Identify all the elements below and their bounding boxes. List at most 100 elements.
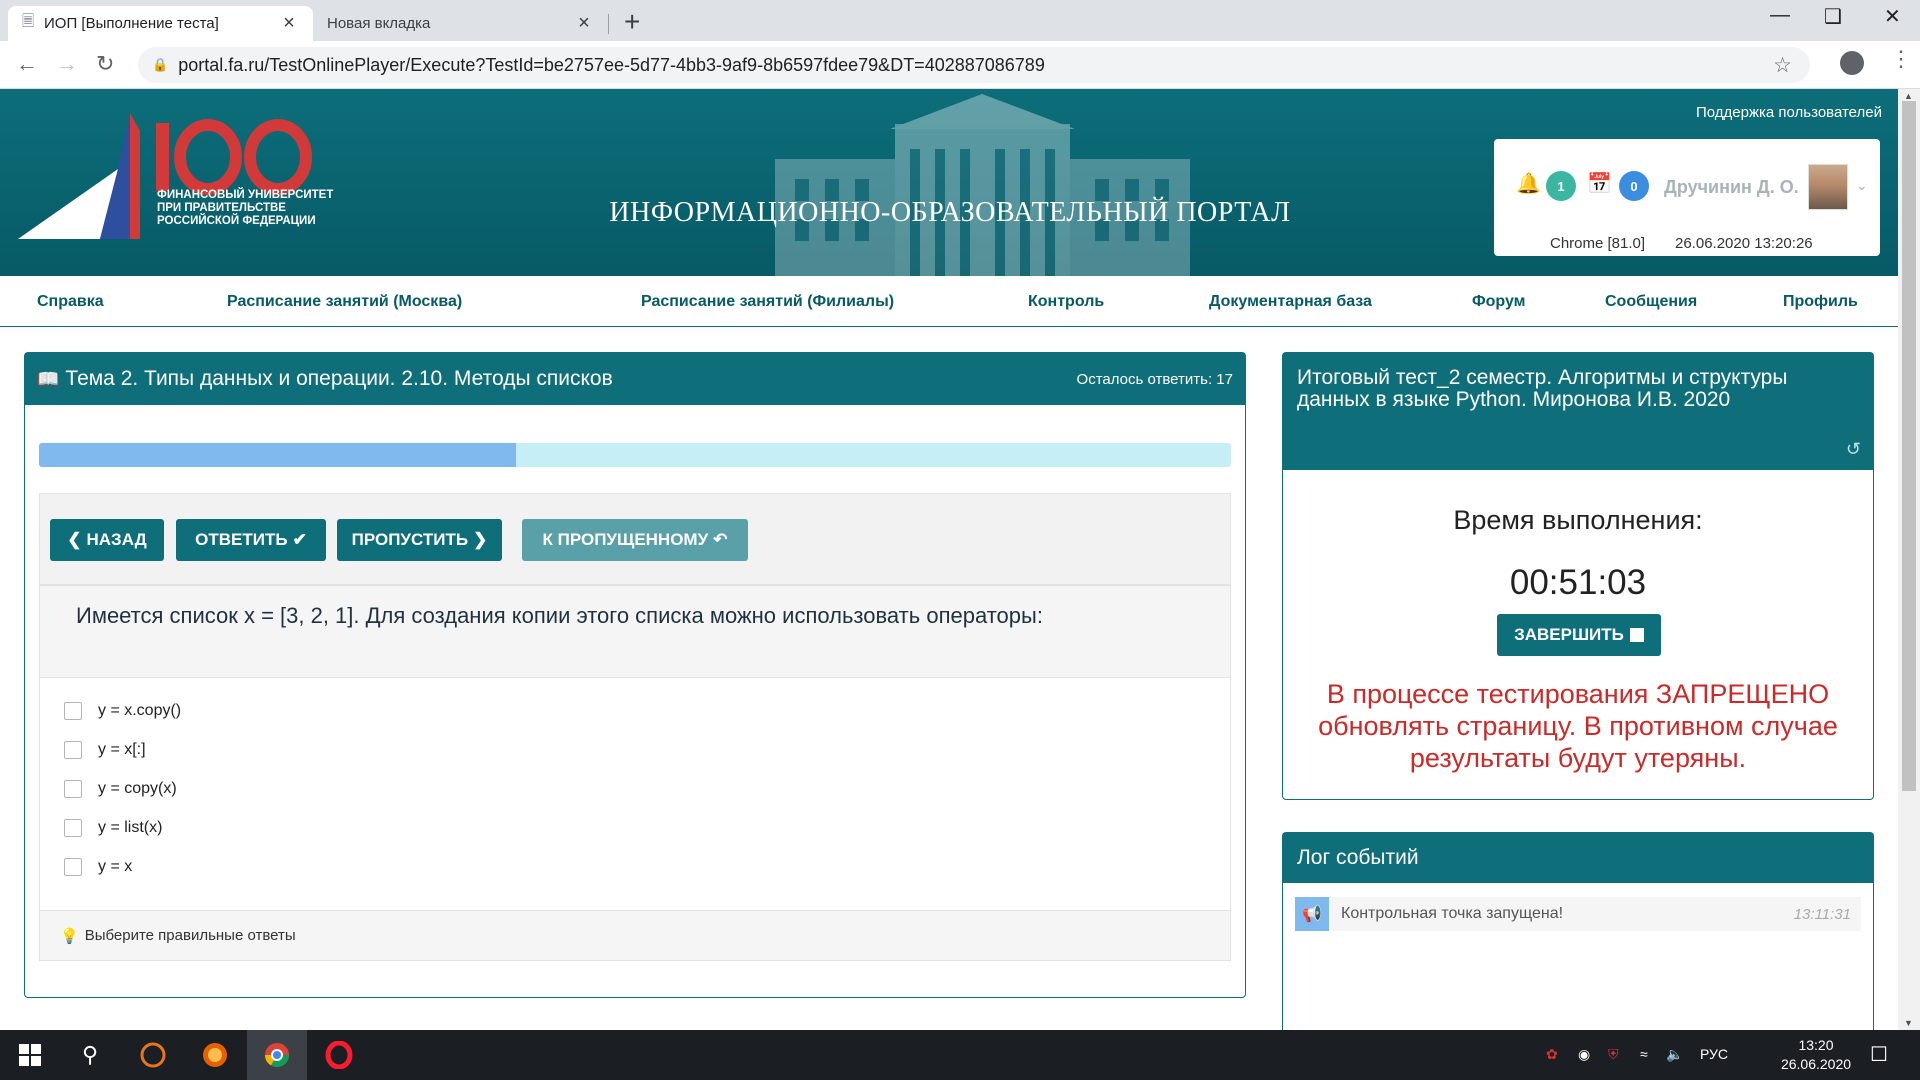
question-panel-header: 📖 Тема 2. Типы данных и операции. 2.10. … xyxy=(25,353,1245,405)
checkbox[interactable] xyxy=(64,818,82,837)
warning-text: В процессе тестирования ЗАПРЕЩЕНО обновл… xyxy=(1318,679,1838,773)
question-panel: 📖 Тема 2. Типы данных и операции. 2.10. … xyxy=(24,352,1246,998)
main-nav: Справка Расписание занятий (Москва) Расп… xyxy=(0,276,1898,327)
window-close-icon[interactable]: ✕ xyxy=(1884,4,1901,29)
bell-icon[interactable]: 🔔 xyxy=(1516,171,1541,196)
log-panel-header: Лог событий xyxy=(1283,833,1873,883)
url-text: portal.fa.ru/TestOnlinePlayer/Execute?Te… xyxy=(178,54,1045,75)
answer-button[interactable]: ОТВЕТИТЬ ✔ xyxy=(176,519,326,561)
tab-active[interactable]: 🗏 ИОП [Выполнение теста] × xyxy=(8,6,313,41)
progress-fill xyxy=(39,443,516,467)
search-icon[interactable]: ⚲ xyxy=(60,1030,120,1080)
forward-arrow-icon[interactable]: → xyxy=(56,51,78,77)
option-label: y = x.copy() xyxy=(98,701,182,719)
option-label: y = x xyxy=(98,857,133,875)
user-card: 🔔 1 📅 0 Дручинин Д. О. ⌄ Chrome [81.0] 2… xyxy=(1494,139,1880,256)
scroll-down-icon[interactable]: ▼ xyxy=(1904,1018,1913,1028)
notification-center-icon[interactable]: ☐ xyxy=(1870,1042,1888,1067)
language-indicator[interactable]: РУС xyxy=(1700,1046,1728,1062)
hint-text: Выберите правильные ответы xyxy=(84,927,296,944)
reply-icon: ↶ xyxy=(713,530,728,549)
scroll-up-icon[interactable]: ▲ xyxy=(1904,91,1913,101)
chevron-down-icon[interactable]: ⌄ xyxy=(1856,177,1868,194)
nav-help[interactable]: Справка xyxy=(37,293,104,311)
answer-option[interactable]: y = x xyxy=(64,847,181,886)
new-tab-icon[interactable]: + xyxy=(624,6,640,38)
tray-shield-icon[interactable]: ⛨ xyxy=(1608,1046,1619,1063)
finish-label: ЗАВЕРШИТЬ xyxy=(1514,625,1624,644)
check-icon: ✔ xyxy=(292,530,307,549)
maximize-icon[interactable]: ❑ xyxy=(1824,4,1842,29)
address-bar[interactable]: 🔒 portal.fa.ru/TestOnlinePlayer/Execute?… xyxy=(138,47,1810,83)
tray-app-icon[interactable]: ✿ xyxy=(1546,1046,1558,1063)
answer-option[interactable]: y = x[:] xyxy=(64,730,181,769)
firefox-icon[interactable] xyxy=(185,1030,245,1080)
test-panel-header: Итоговый тест_2 семестр. Алгоритмы и стр… xyxy=(1283,353,1873,470)
close-tab-icon[interactable]: × xyxy=(279,12,299,35)
session-datetime: 26.06.2020 13:20:26 xyxy=(1675,235,1813,252)
more-menu-icon[interactable]: ⋮ xyxy=(1890,46,1912,72)
opera-icon[interactable] xyxy=(309,1030,369,1080)
minimize-icon[interactable]: — xyxy=(1770,4,1790,27)
user-name[interactable]: Дручинин Д. О. xyxy=(1664,177,1799,198)
nav-schedule-branches[interactable]: Расписание занятий (Филиалы) xyxy=(641,293,894,311)
skip-button[interactable]: ПРОПУСТИТЬ ❯ xyxy=(337,519,502,561)
book-icon: 📖 xyxy=(37,368,60,389)
calendar-badge[interactable]: 0 xyxy=(1619,171,1649,201)
account-icon[interactable] xyxy=(1840,51,1864,75)
to-skipped-button[interactable]: К ПРОПУЩЕННОМУ ↶ xyxy=(522,519,748,561)
volume-icon[interactable]: 🔈 xyxy=(1666,1046,1683,1063)
nav-documents[interactable]: Документарная база xyxy=(1209,293,1372,311)
back-button[interactable]: ❮ НАЗАД xyxy=(50,519,164,561)
windows-start-icon[interactable] xyxy=(0,1030,60,1080)
calendar-icon[interactable]: 📅 xyxy=(1587,171,1612,196)
tray-ie-icon[interactable]: ◉ xyxy=(1578,1046,1590,1063)
checkbox[interactable] xyxy=(64,779,82,798)
portal-title: ИНФОРМАЦИОННО-ОБРАЗОВАТЕЛЬНЫЙ ПОРТАЛ xyxy=(609,197,1291,228)
app-icon[interactable] xyxy=(123,1030,183,1080)
nav-control[interactable]: Контроль xyxy=(1028,293,1104,311)
stop-icon xyxy=(1629,628,1644,642)
support-link[interactable]: Поддержка пользователей xyxy=(1696,104,1882,121)
finish-button[interactable]: ЗАВЕРШИТЬ xyxy=(1497,614,1661,656)
checkbox[interactable] xyxy=(64,857,82,876)
answer-option[interactable]: y = list(x) xyxy=(64,808,181,847)
to-skipped-label: К ПРОПУЩЕННОМУ xyxy=(542,530,709,549)
history-icon[interactable]: ↺ xyxy=(1846,438,1861,460)
wifi-icon[interactable]: ≈ xyxy=(1640,1046,1648,1062)
nav-schedule-moscow[interactable]: Расписание занятий (Москва) xyxy=(227,293,462,311)
answer-options: y = x.copy() y = x[:] y = copy(x) y = li… xyxy=(64,691,181,886)
nav-profile[interactable]: Профиль xyxy=(1783,293,1858,311)
logo-line: РОССИЙСКОЙ ФЕДЕРАЦИИ xyxy=(157,215,316,227)
log-entry-time: 13:11:31 xyxy=(1793,905,1851,923)
logo-line: ФИНАНСОВЫЙ УНИВЕРСИТЕТ xyxy=(157,189,334,201)
chrome-icon[interactable] xyxy=(247,1030,307,1080)
clock[interactable]: 13:20 26.06.2020 xyxy=(1770,1036,1862,1074)
tab-separator xyxy=(608,14,609,34)
scrollbar-thumb[interactable] xyxy=(1902,101,1916,791)
back-label: НАЗАД xyxy=(86,530,147,549)
bookmark-star-icon[interactable]: ☆ xyxy=(1773,53,1792,78)
timer: 00:51:03 xyxy=(1509,563,1647,602)
notifications-badge[interactable]: 1 xyxy=(1546,171,1576,201)
log-entry: 📢 Контрольная точка запущена! 13:11:31 xyxy=(1295,897,1861,931)
option-label: y = copy(x) xyxy=(98,779,177,797)
tab-new[interactable]: Новая вкладка × xyxy=(313,6,608,41)
nav-messages[interactable]: Сообщения xyxy=(1605,293,1697,311)
checkbox[interactable] xyxy=(64,740,82,759)
reload-icon[interactable]: ↻ xyxy=(96,51,114,77)
answer-option[interactable]: y = x.copy() xyxy=(64,691,181,730)
tab-title: ИОП [Выполнение теста] xyxy=(44,15,219,32)
page-scrollbar[interactable]: ▲ ▼ xyxy=(1898,89,1920,1030)
building-image xyxy=(775,94,1190,276)
answer-option[interactable]: y = copy(x) xyxy=(64,769,181,808)
nav-forum[interactable]: Форум xyxy=(1472,293,1526,311)
log-title: Лог событий xyxy=(1297,846,1419,869)
back-arrow-icon[interactable]: ← xyxy=(16,51,38,77)
option-label: y = list(x) xyxy=(98,818,163,836)
avatar[interactable] xyxy=(1808,164,1848,210)
logo-line: ПРИ ПРАВИТЕЛЬСТВЕ xyxy=(157,202,286,214)
time-label: Время выполнения: xyxy=(1453,505,1703,535)
checkbox[interactable] xyxy=(64,701,82,720)
close-tab-icon[interactable]: × xyxy=(574,12,594,35)
